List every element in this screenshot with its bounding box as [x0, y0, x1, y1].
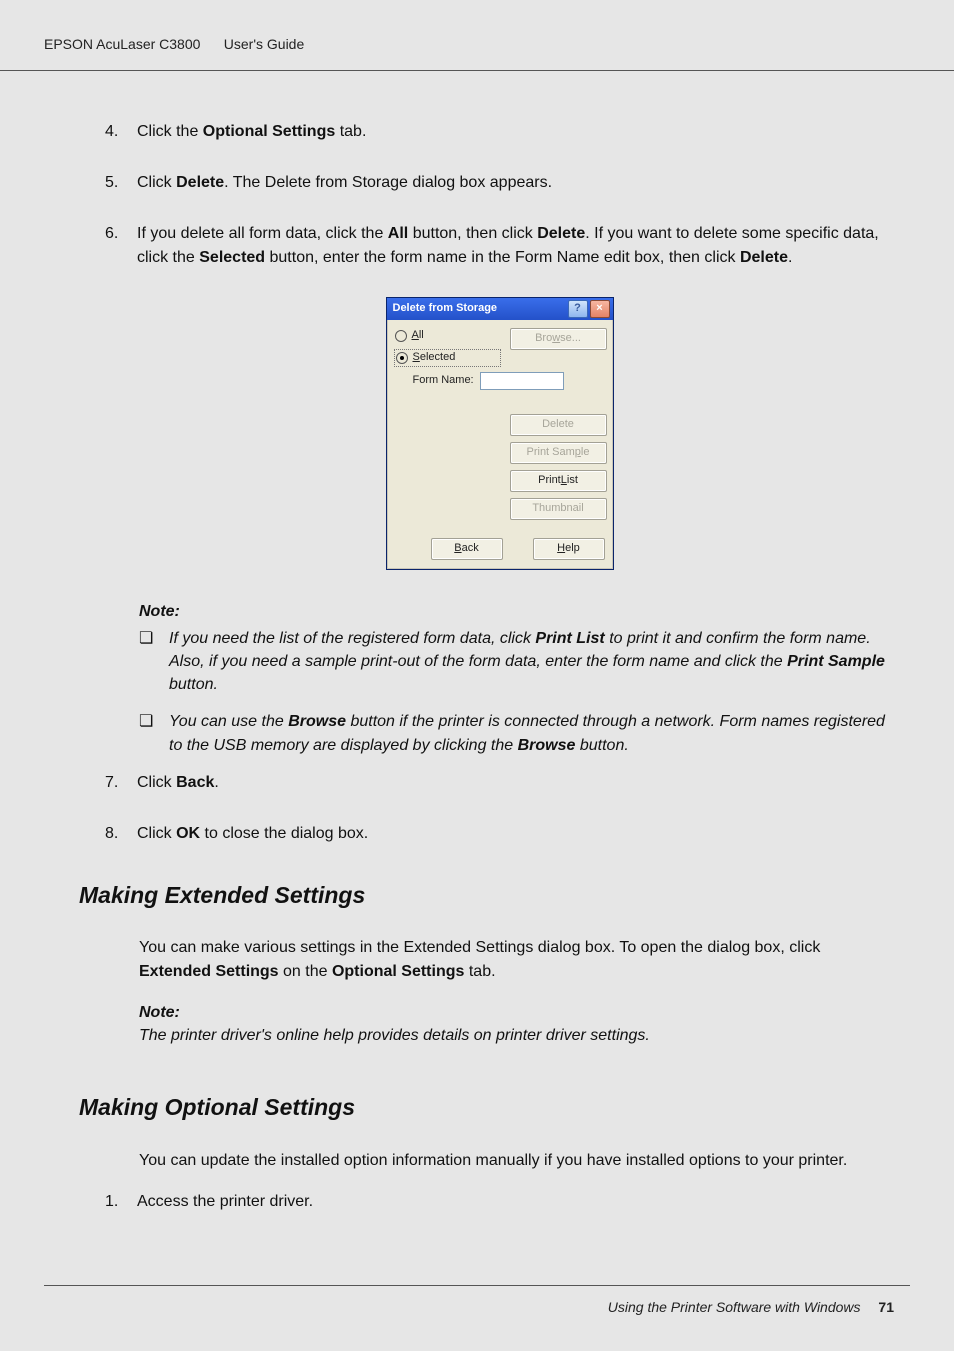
dialog-title: Delete from Storage — [393, 301, 498, 317]
heading-optional-settings: Making Optional Settings — [79, 1091, 894, 1124]
dialog-help-button[interactable]: ? — [568, 300, 588, 318]
form-name-row: Form Name: — [395, 372, 605, 390]
dialog-body: All Selected Browse... Form Name: — [387, 320, 613, 569]
extended-settings-note: Note: The printer driver's online help p… — [139, 1001, 894, 1047]
radio-all[interactable]: All — [395, 328, 500, 344]
heading-extended-settings: Making Extended Settings — [79, 879, 894, 912]
step-6: 6. If you delete all form data, click th… — [105, 222, 894, 268]
thumbnail-button[interactable]: Thumbnail — [510, 498, 607, 520]
note-1: ❏ If you need the list of the registered… — [139, 627, 894, 697]
header-product: EPSON AcuLaser C3800 — [44, 36, 200, 52]
print-list-button[interactable]: Print List — [510, 470, 607, 492]
footer-text: Using the Printer Software with Windows — [608, 1299, 861, 1315]
delete-from-storage-dialog: Delete from Storage ? × All — [386, 297, 614, 570]
radio-selected[interactable]: Selected — [395, 350, 500, 366]
header-rule — [0, 70, 954, 71]
help-button[interactable]: Help — [533, 538, 605, 560]
extended-settings-para: You can make various settings in the Ext… — [139, 936, 894, 982]
page-footer: Using the Printer Software with Windows … — [608, 1299, 894, 1315]
page: EPSON AcuLaser C3800 User's Guide 4. Cli… — [0, 0, 954, 1351]
dialog-screenshot: Delete from Storage ? × All — [105, 297, 894, 570]
dialog-close-button[interactable]: × — [590, 300, 610, 318]
step-7: 7. Click Back. — [105, 771, 894, 794]
form-name-input[interactable] — [480, 372, 564, 390]
dialog-titlebar: Delete from Storage ? × — [387, 298, 613, 320]
radio-selected-circle — [396, 352, 408, 364]
note-2: ❏ You can use the Browse button if the p… — [139, 710, 894, 756]
delete-button[interactable]: Delete — [510, 414, 607, 436]
step-4: 4. Click the Optional Settings tab. — [105, 120, 894, 143]
header-guide: User's Guide — [224, 36, 304, 52]
form-name-label: Form Name: — [413, 373, 474, 389]
back-button[interactable]: Back — [431, 538, 503, 560]
step-5: 5. Click Delete. The Delete from Storage… — [105, 171, 894, 194]
browse-button[interactable]: Browse... — [510, 328, 607, 350]
content: 4. Click the Optional Settings tab. 5. C… — [105, 120, 894, 1241]
print-sample-button[interactable]: Print Sample — [510, 442, 607, 464]
radio-all-circle — [395, 330, 407, 342]
page-header: EPSON AcuLaser C3800 User's Guide — [44, 36, 910, 52]
footer-rule — [44, 1285, 910, 1286]
note-heading: Note: — [139, 600, 894, 623]
page-number: 71 — [878, 1299, 894, 1315]
opt-step-1: 1. Access the printer driver. — [105, 1190, 894, 1213]
step-8: 8. Click OK to close the dialog box. — [105, 822, 894, 845]
optional-settings-para: You can update the installed option info… — [139, 1149, 894, 1172]
